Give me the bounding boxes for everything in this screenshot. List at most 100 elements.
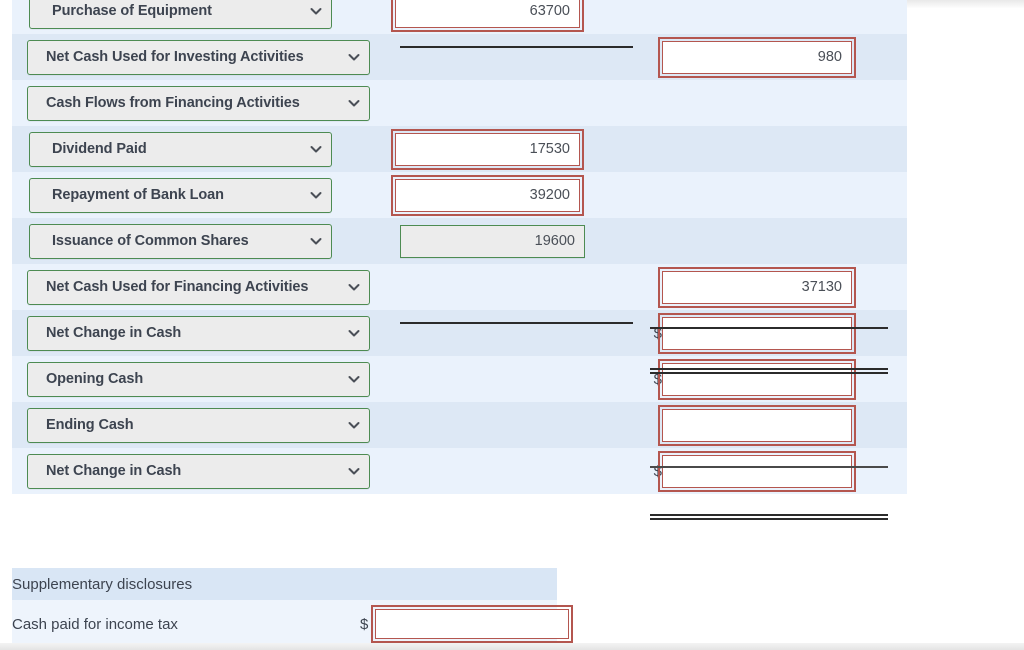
currency-sign-cell: [634, 264, 662, 310]
statement-row-label-cell: Purchase of Equipment: [12, 0, 384, 34]
statement-row-label-cell: Net Change in Cash: [12, 448, 384, 494]
currency-sign-cell: [634, 172, 662, 218]
amount-input-field[interactable]: 39200: [391, 174, 584, 216]
amount-column-1-cell: [384, 80, 634, 126]
statement-row: Dividend Paid 17530: [12, 126, 907, 172]
amount-column-2-cell: [658, 356, 907, 402]
account-select[interactable]: Issuance of Common Shares: [29, 223, 332, 259]
amount-column-1-cell: 39200: [384, 172, 634, 218]
account-select[interactable]: Cash Flows from Financing Activities: [27, 85, 370, 121]
supplementary-row-income-tax: Cash paid for income tax $: [12, 600, 574, 648]
amount-column-2-cell: [658, 448, 907, 494]
chevron-down-icon: [348, 373, 360, 385]
cash-flow-statement-table: Purchase of Equipment 63700 Net Cash Used …: [12, 0, 907, 494]
chevron-down-icon: [348, 419, 360, 431]
account-select[interactable]: Dividend Paid: [29, 131, 332, 167]
supplementary-disclosures-table: Supplementary disclosures Cash paid for …: [12, 568, 574, 648]
supplementary-title: Supplementary disclosures: [12, 575, 193, 593]
chevron-down-icon: [310, 235, 322, 247]
cash-flow-statement-page: Purchase of Equipment 63700 Net Cash Used …: [0, 0, 1024, 650]
total-input-field[interactable]: [658, 450, 856, 492]
amount-column-2-cell: [658, 402, 907, 448]
amount-column-2-cell: 37130: [658, 264, 907, 310]
statement-row-label-cell: Ending Cash: [12, 402, 384, 448]
chevron-down-icon: [310, 5, 322, 17]
grand-total-rule-top: [650, 514, 888, 516]
statement-row-label-cell: Cash Flows from Financing Activities: [12, 80, 384, 126]
total-rule-net-change-top: [650, 368, 888, 370]
currency-sign-cell: [634, 218, 662, 264]
amount-column-2-cell: [662, 80, 907, 126]
statement-row: Net Change in Cash $: [12, 310, 907, 356]
amount-input-wrapper: 19600: [384, 224, 634, 258]
account-select[interactable]: Opening Cash: [27, 361, 370, 397]
amount-column-2-cell: [662, 126, 907, 172]
amount-column-1-cell: [384, 264, 634, 310]
chevron-down-icon: [348, 281, 360, 293]
amount-column-1-cell: [384, 310, 634, 356]
chevron-down-icon: [310, 143, 322, 155]
subtotal-rule-ending-cash: [650, 466, 888, 468]
statement-row: Net Change in Cash $: [12, 448, 907, 494]
amount-input-field[interactable]: 63700: [391, 0, 584, 32]
amount-column-2-cell: [658, 310, 907, 356]
amount-column-1-cell: [384, 402, 634, 448]
amount-column-1-cell: [384, 34, 634, 80]
currency-sign-cell: [634, 126, 662, 172]
cash-paid-income-tax-input[interactable]: [371, 605, 574, 643]
account-select-label: Net Cash Used for Financing Activities: [46, 279, 309, 295]
total-rule-net-change-bottom: [650, 372, 888, 374]
statement-row: Net Cash Used for Investing Activities 98…: [12, 34, 907, 80]
amount-column-1-cell: 19600: [384, 218, 634, 264]
total-input-field[interactable]: 37130: [658, 266, 856, 308]
account-select-label: Net Change in Cash: [46, 325, 182, 341]
account-select[interactable]: Net Cash Used for Investing Activities: [27, 39, 370, 75]
account-select[interactable]: Net Cash Used for Financing Activities: [27, 269, 370, 305]
statement-row-label-cell: Net Cash Used for Financing Activities: [12, 264, 384, 310]
statement-row: Net Cash Used for Financing Activities 37…: [12, 264, 907, 310]
account-select[interactable]: Repayment of Bank Loan: [29, 177, 332, 213]
account-select[interactable]: Net Change in Cash: [27, 453, 370, 489]
chevron-down-icon: [348, 327, 360, 339]
chevron-down-icon: [348, 51, 360, 63]
amount-column-2-cell: [662, 218, 907, 264]
currency-sign-cell: [634, 34, 662, 80]
total-input-field[interactable]: [658, 312, 856, 354]
subtotal-rule-financing: [400, 322, 633, 324]
statement-row-label-cell: Opening Cash: [12, 356, 384, 402]
amount-input-wrapper: 39200: [384, 174, 634, 216]
total-input-field[interactable]: [658, 404, 856, 446]
statement-row-label-cell: Repayment of Bank Loan: [12, 172, 384, 218]
currency-sign-cell: $: [653, 324, 662, 342]
account-select-label: Cash Flows from Financing Activities: [46, 95, 300, 111]
chevron-down-icon: [310, 189, 322, 201]
subtotal-rule-investing: [400, 46, 633, 48]
amount-input-wrapper: 17530: [384, 128, 634, 170]
statement-row-label-cell: Issuance of Common Shares: [12, 218, 384, 264]
amount-readonly-field: 19600: [400, 224, 585, 258]
statement-row-label-cell: Net Change in Cash: [12, 310, 384, 356]
account-select-label: Net Cash Used for Investing Activities: [46, 49, 304, 65]
account-select-label: Net Change in Cash: [46, 463, 182, 479]
account-select-label: Ending Cash: [46, 417, 134, 433]
amount-input-field[interactable]: 17530: [391, 128, 584, 170]
subtotal-rule-net-change: [650, 327, 888, 329]
account-select[interactable]: Ending Cash: [27, 407, 370, 443]
account-select[interactable]: Purchase of Equipment: [29, 0, 332, 29]
account-select[interactable]: Net Change in Cash: [27, 315, 370, 351]
account-select-label: Dividend Paid: [52, 141, 147, 157]
amount-column-1-cell: [384, 356, 634, 402]
statement-row: Purchase of Equipment 63700: [12, 0, 907, 34]
amount-column-2-cell: 980: [658, 34, 907, 80]
total-input-field[interactable]: 980: [658, 36, 856, 78]
account-select-label: Purchase of Equipment: [52, 3, 212, 19]
supplementary-row-label: Cash paid for income tax: [12, 615, 178, 633]
statement-row: Opening Cash $: [12, 356, 907, 402]
currency-sign-cell: $: [653, 462, 662, 480]
statement-body: Purchase of Equipment 63700 Net Cash Used …: [12, 0, 907, 494]
statement-row: Cash Flows from Financing Activities: [12, 80, 907, 126]
amount-column-2-cell: [662, 172, 907, 218]
amount-column-1-cell: 63700: [384, 0, 634, 34]
statement-row: Issuance of Common Shares 19600: [12, 218, 907, 264]
grand-total-rule-bottom: [650, 518, 888, 520]
